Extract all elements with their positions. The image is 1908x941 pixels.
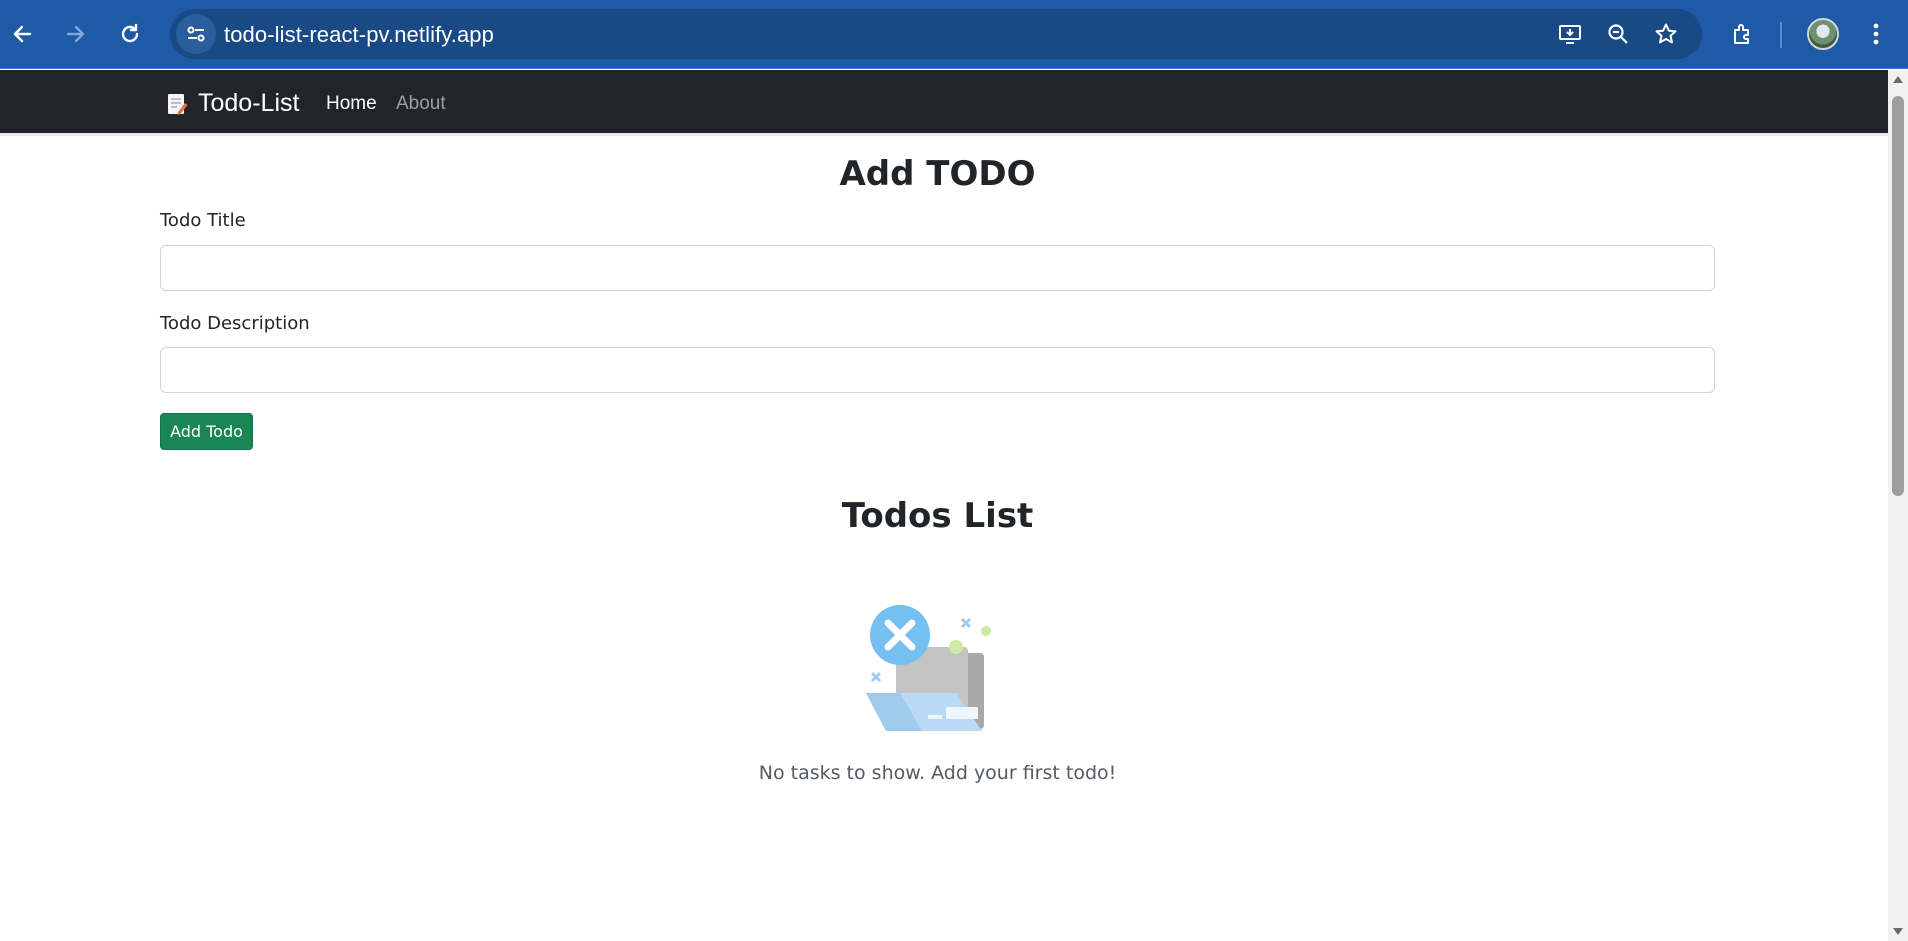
add-todo-heading: Add TODO — [839, 154, 1036, 194]
reload-icon[interactable] — [110, 14, 150, 54]
extensions-icon[interactable] — [1723, 14, 1763, 54]
back-icon[interactable] — [2, 14, 42, 54]
profile-avatar[interactable] — [1807, 18, 1839, 50]
todo-description-input[interactable] — [160, 347, 1715, 393]
bookmark-star-icon[interactable] — [1646, 14, 1686, 54]
toolbar-divider — [1780, 22, 1782, 48]
address-bar[interactable]: todo-list-react-pv.netlify.app — [170, 9, 1702, 59]
page-viewport: Todo-List Home About Add TODO Todo Title… — [0, 70, 1908, 941]
brand-text: Todo-List — [198, 89, 300, 117]
browser-toolbar: todo-list-react-pv.netlify.app — [0, 0, 1908, 69]
navbar-brand[interactable]: Todo-List — [166, 89, 299, 118]
scrollbar-thumb[interactable] — [1892, 96, 1904, 496]
url-text[interactable]: todo-list-react-pv.netlify.app — [224, 22, 494, 48]
todos-list-heading: Todos List — [841, 496, 1034, 536]
scroll-down-icon[interactable] — [1893, 928, 1903, 935]
nav-link-home[interactable]: Home — [326, 93, 377, 115]
todo-description-label: Todo Description — [160, 313, 310, 334]
nav-link-about[interactable]: About — [396, 93, 446, 115]
page-scrollbar[interactable] — [1888, 70, 1908, 941]
zoom-icon[interactable] — [1598, 14, 1638, 54]
scroll-up-icon[interactable] — [1893, 76, 1903, 83]
memo-icon — [166, 92, 188, 116]
todo-title-label: Todo Title — [160, 210, 246, 231]
navbar: Todo-List Home About — [0, 70, 1888, 136]
menu-icon[interactable] — [1856, 14, 1896, 54]
empty-state-illustration-icon — [864, 603, 1012, 731]
forward-icon[interactable] — [56, 14, 96, 54]
install-app-icon[interactable] — [1550, 14, 1590, 54]
add-todo-button[interactable]: Add Todo — [160, 413, 253, 450]
site-info-icon[interactable] — [176, 14, 216, 54]
todo-title-input[interactable] — [160, 245, 1715, 291]
empty-state-message: No tasks to show. Add your first todo! — [758, 762, 1117, 784]
